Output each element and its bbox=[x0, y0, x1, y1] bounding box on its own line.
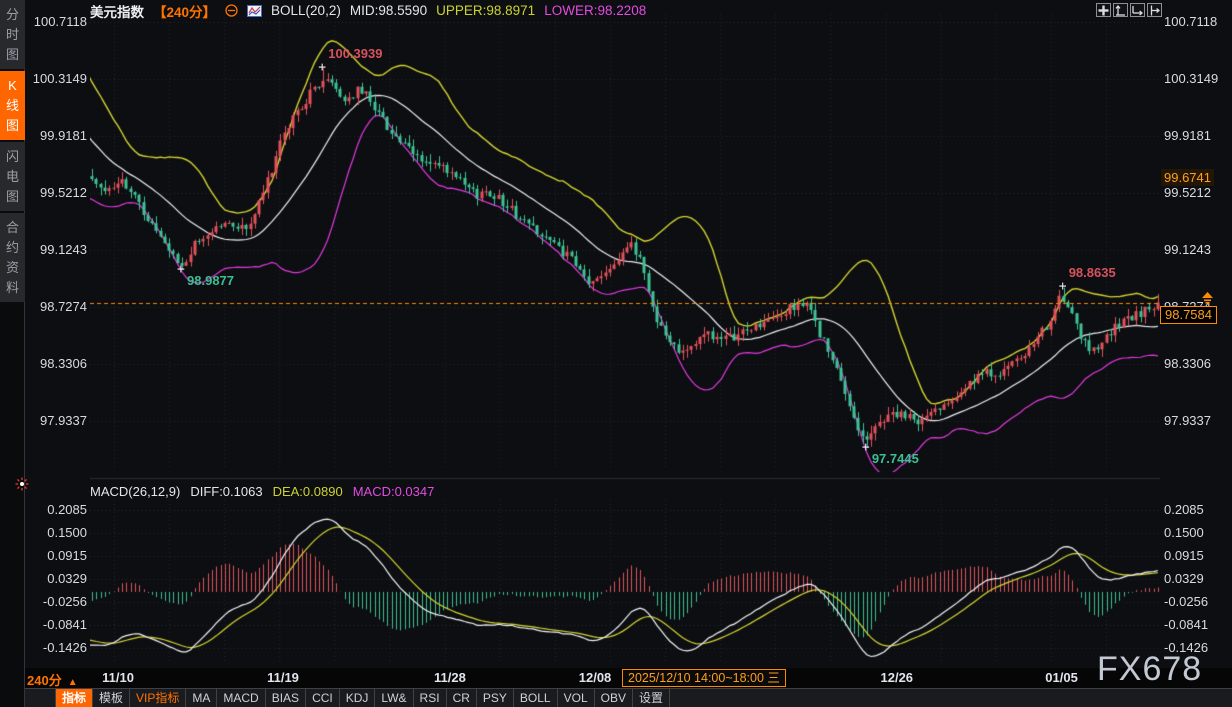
extreme-cross-marker: + bbox=[318, 61, 326, 74]
chart-application: 分时图K线图闪电图合约资料 美元指数 【240分】 bbox=[0, 0, 1232, 707]
toolbar-button-bias[interactable]: BIAS bbox=[266, 689, 306, 707]
period-selector[interactable]: 240分▲ bbox=[27, 670, 78, 689]
toolbar-button-cr[interactable]: CR bbox=[447, 689, 477, 707]
collapse-panel-icon[interactable] bbox=[225, 4, 238, 17]
axis-label: 98.3306 bbox=[27, 356, 87, 371]
toolbar-button-obv[interactable]: OBV bbox=[595, 689, 633, 707]
chart-header: 美元指数 【240分】 BOLL(20,2) MID:98.5590 UPPER… bbox=[90, 2, 646, 19]
toolbar-button-rsi[interactable]: RSI bbox=[414, 689, 447, 707]
macd-title: MACD(26,12,9) bbox=[90, 484, 180, 499]
high-price-label: 98.8635 bbox=[1069, 266, 1116, 280]
low-price-label: 98.9877 bbox=[187, 274, 234, 288]
axis-label: -0.0841 bbox=[27, 617, 87, 632]
axis-label: 99.9181 bbox=[1164, 128, 1211, 143]
high-price-label: 100.3939 bbox=[328, 47, 382, 61]
sidebar-tabs: 分时图K线图闪电图合约资料 bbox=[0, 0, 24, 302]
axis-label: 100.7118 bbox=[27, 14, 87, 29]
sidebar-tab-time-chart[interactable]: 分时图 bbox=[0, 0, 25, 69]
extreme-cross-marker: + bbox=[862, 441, 870, 454]
macd-macd-value: MACD:0.0347 bbox=[353, 484, 435, 499]
axis-label: -0.0841 bbox=[1164, 617, 1208, 632]
crosshair-icon[interactable] bbox=[1096, 3, 1111, 17]
boll-lower-value: LOWER:98.2208 bbox=[544, 3, 646, 18]
y-scale-icon[interactable] bbox=[1113, 3, 1128, 17]
axis-label: 99.5212 bbox=[1164, 185, 1211, 200]
date-label: 11/28 bbox=[434, 670, 466, 685]
toolbar-button-cci[interactable]: CCI bbox=[306, 689, 340, 707]
macd-header: MACD(26,12,9) DIFF:0.1063 DEA:0.0890 MAC… bbox=[90, 484, 434, 499]
axis-label: 0.0329 bbox=[1164, 571, 1204, 586]
symbol-name: 美元指数 bbox=[90, 1, 144, 21]
axis-label: 98.3306 bbox=[1164, 356, 1211, 371]
axis-label: 0.0915 bbox=[27, 548, 87, 563]
watermark-logo: FX678 bbox=[1097, 650, 1202, 689]
date-label: 11/19 bbox=[267, 670, 299, 685]
indicator-toolbar: 指标模板VIP指标MAMACDBIASCCIKDJLW&RSICRPSYBOLL… bbox=[25, 688, 1232, 707]
boll-indicator-label: BOLL(20,2) bbox=[271, 3, 341, 18]
toolbar-button-vip-indicator[interactable]: VIP指标 bbox=[130, 689, 186, 707]
axis-label: 99.1243 bbox=[1164, 242, 1211, 257]
extreme-cross-marker: + bbox=[177, 263, 185, 276]
extreme-cross-marker: + bbox=[1059, 280, 1067, 293]
date-label: 11/10 bbox=[102, 670, 134, 685]
chart-main-area: 美元指数 【240分】 BOLL(20,2) MID:98.5590 UPPER… bbox=[25, 0, 1232, 707]
axis-label: 0.1500 bbox=[1164, 525, 1204, 540]
toolbar-button-settings[interactable]: 设置 bbox=[633, 689, 670, 707]
boll-upper-value: UPPER:98.8971 bbox=[436, 3, 535, 18]
axis-label: -0.0256 bbox=[1164, 594, 1208, 609]
axis-label: 100.3149 bbox=[27, 71, 87, 86]
axis-label: -0.1426 bbox=[27, 640, 87, 655]
toolbar-button-psy[interactable]: PSY bbox=[477, 689, 514, 707]
axis-label: 99.9181 bbox=[27, 128, 87, 143]
axis-label: 0.1500 bbox=[27, 525, 87, 540]
indicator-thumbnail-icon bbox=[247, 5, 262, 17]
axis-label: 0.0329 bbox=[27, 571, 87, 586]
axis-label: 98.7274 bbox=[27, 299, 87, 314]
axis-label: 0.2085 bbox=[27, 502, 87, 517]
axis-label: 100.7118 bbox=[1164, 14, 1217, 29]
date-label: 12/26 bbox=[880, 670, 913, 685]
toolbar-button-boll[interactable]: BOLL bbox=[514, 689, 558, 707]
sidebar: 分时图K线图闪电图合约资料 bbox=[0, 0, 25, 707]
chevron-up-icon: ▲ bbox=[68, 677, 78, 688]
selected-bar-time-range: 2025/12/10 14:00~18:00 三 bbox=[622, 669, 786, 687]
axis-label: 97.9337 bbox=[1164, 413, 1211, 428]
sidebar-tab-contract-info[interactable]: 合约资料 bbox=[0, 213, 25, 302]
period-label: 【240分】 bbox=[153, 1, 216, 21]
macd-dea-value: DEA:0.0890 bbox=[273, 484, 343, 499]
toolbar-button-indicator[interactable]: 指标 bbox=[55, 689, 93, 707]
axis-label: -0.0256 bbox=[27, 594, 87, 609]
chart-tool-icons bbox=[1096, 3, 1162, 17]
price-up-arrow-icon bbox=[1201, 291, 1214, 309]
price-axis-right: 100.7118 100.3149 99.9181 99.5212 99.1243 98.… bbox=[1164, 0, 1232, 668]
price-axis-left: 100.7118 100.3149 99.9181 99.5212 99.1243 98.… bbox=[27, 0, 87, 668]
candlestick-chart-canvas[interactable] bbox=[90, 0, 1160, 668]
axis-label: 99.5212 bbox=[27, 185, 87, 200]
toolbar-button-vol[interactable]: VOL bbox=[558, 689, 595, 707]
low-price-label: 97.7445 bbox=[872, 452, 919, 466]
axis-label: 99.1243 bbox=[27, 242, 87, 257]
date-label: 12/08 bbox=[579, 670, 612, 685]
x-scale-icon[interactable] bbox=[1130, 3, 1145, 17]
toolbar-button-kdj[interactable]: KDJ bbox=[340, 689, 376, 707]
macd-diff-value: DIFF:0.1063 bbox=[190, 484, 262, 499]
toolbar-button-lwr[interactable]: LW& bbox=[375, 689, 413, 707]
axis-label: 0.0915 bbox=[1164, 548, 1204, 563]
axis-label: 100.3149 bbox=[1164, 71, 1218, 86]
date-label: 01/05 bbox=[1045, 670, 1078, 685]
toolbar-button-macd[interactable]: MACD bbox=[217, 689, 265, 707]
macd-settings-icon[interactable] bbox=[15, 477, 29, 496]
pan-right-icon[interactable] bbox=[1147, 3, 1162, 17]
toolbar-button-ma[interactable]: MA bbox=[186, 689, 217, 707]
x-axis: 240分▲ 11/10 11/19 11/28 12/08 12/26 01/05 202… bbox=[25, 668, 1232, 688]
toolbar-button-template[interactable]: 模板 bbox=[93, 689, 130, 707]
settlement-price-marker: 99.6741 bbox=[1161, 169, 1214, 186]
boll-mid-value: MID:98.5590 bbox=[350, 3, 427, 18]
axis-label: 0.2085 bbox=[1164, 502, 1204, 517]
axis-label: 97.9337 bbox=[27, 413, 87, 428]
sidebar-tab-kline-chart[interactable]: K线图 bbox=[0, 71, 25, 140]
sidebar-tab-flash-chart[interactable]: 闪电图 bbox=[0, 142, 25, 211]
